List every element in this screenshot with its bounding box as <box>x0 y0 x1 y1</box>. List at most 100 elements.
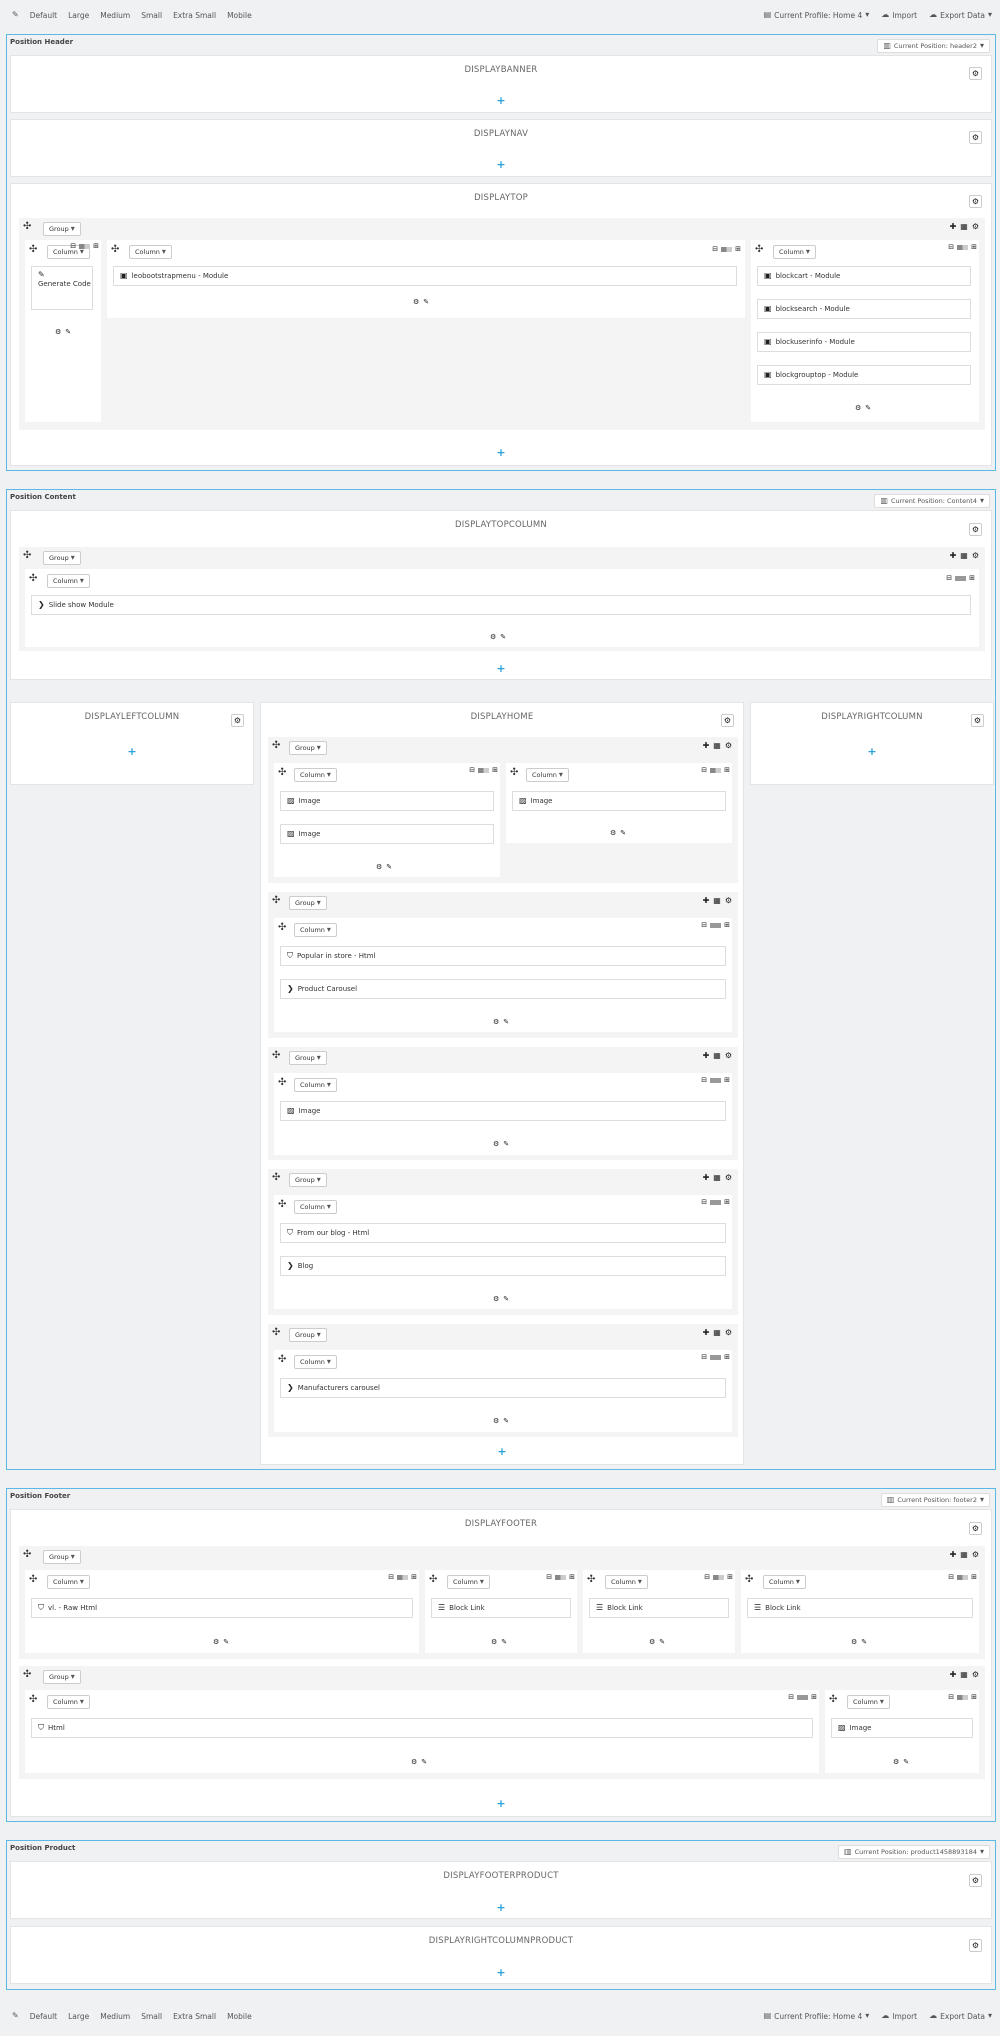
settings-button[interactable]: ⚙ <box>969 131 982 144</box>
device-mobile[interactable]: Mobile <box>227 11 252 20</box>
move-icon[interactable]: ✣ <box>23 1550 31 1560</box>
module-block-link[interactable]: ☰ Block Link <box>589 1598 729 1618</box>
plus-icon[interactable]: ⊞ <box>492 766 498 774</box>
columns-icon[interactable]: ▦ <box>960 551 968 560</box>
move-icon[interactable]: ✣ <box>278 1355 286 1365</box>
gear-icon[interactable]: ⚙ <box>493 1018 499 1026</box>
module-image[interactable]: ▨ Image <box>831 1718 973 1738</box>
gear-icon[interactable]: ⚙ <box>725 1051 732 1060</box>
module-blockuserinfo[interactable]: ▣ blockuserinfo - Module <box>757 332 971 352</box>
gear-icon[interactable]: ⚙ <box>413 298 419 306</box>
pencil-icon[interactable]: ✎ <box>903 1758 909 1766</box>
current-position-dropdown[interactable]: ▥ Current Position: header2 ▾ <box>877 39 990 53</box>
group-dropdown[interactable]: Group ▾ <box>289 1328 327 1342</box>
gear-icon[interactable]: ⚙ <box>649 1638 655 1646</box>
move-icon[interactable]: ✣ <box>272 1051 280 1061</box>
gear-icon[interactable]: ⚙ <box>725 896 732 905</box>
group-dropdown[interactable]: Group ▾ <box>43 1670 81 1684</box>
pencil-icon[interactable]: ✎ <box>12 2012 19 2020</box>
minus-icon[interactable]: ⊟ <box>704 1573 710 1581</box>
gear-icon[interactable]: ⚙ <box>490 633 496 641</box>
device-default[interactable]: Default <box>30 2012 57 2021</box>
column-dropdown[interactable]: Column ▾ <box>294 1200 337 1214</box>
move-icon[interactable]: ✣ <box>23 1670 31 1680</box>
profile-dropdown[interactable]: ▤ Current Profile: Home 4 ▾ <box>764 2012 870 2021</box>
add-icon[interactable]: ✚ <box>703 1328 710 1337</box>
columns-icon[interactable]: ▦ <box>713 1051 721 1060</box>
move-icon[interactable]: ✣ <box>272 1328 280 1338</box>
move-icon[interactable]: ✣ <box>111 245 119 255</box>
columns-icon[interactable]: ▦ <box>713 896 721 905</box>
plus-icon[interactable]: ⊞ <box>411 1573 417 1581</box>
column-dropdown[interactable]: Column ▾ <box>294 1355 337 1369</box>
move-icon[interactable]: ✣ <box>29 574 37 584</box>
group-dropdown[interactable]: Group ▾ <box>289 1051 327 1065</box>
add-group-button[interactable]: + <box>11 159 991 170</box>
plus-icon[interactable]: ⊞ <box>969 574 975 582</box>
gear-icon[interactable]: ⚙ <box>493 1417 499 1425</box>
minus-icon[interactable]: ⊟ <box>701 1353 707 1361</box>
move-icon[interactable]: ✣ <box>755 245 763 255</box>
move-icon[interactable]: ✣ <box>829 1695 837 1705</box>
plus-icon[interactable]: ⊞ <box>724 921 730 929</box>
settings-button[interactable]: ⚙ <box>969 1874 982 1887</box>
gear-icon[interactable]: ⚙ <box>972 1550 979 1559</box>
add-group-button[interactable]: + <box>11 1798 991 1809</box>
current-position-dropdown[interactable]: ▥ Current Position: footer2 ▾ <box>880 1493 990 1507</box>
move-icon[interactable]: ✣ <box>278 768 286 778</box>
module-leobootstrapmenu[interactable]: ▣ leobootstrapmenu - Module <box>113 266 737 286</box>
add-group-button[interactable]: + <box>11 1967 991 1978</box>
move-icon[interactable]: ✣ <box>23 222 31 232</box>
move-icon[interactable]: ✣ <box>278 1078 286 1088</box>
add-group-button[interactable]: + <box>11 95 991 106</box>
columns-icon[interactable]: ▦ <box>960 1550 968 1559</box>
minus-icon[interactable]: ⊟ <box>469 766 475 774</box>
module-blockgrouptop[interactable]: ▣ blockgrouptop - Module <box>757 365 971 385</box>
minus-icon[interactable]: ⊟ <box>701 766 707 774</box>
columns-icon[interactable]: ▦ <box>713 1328 721 1337</box>
pencil-icon[interactable]: ✎ <box>386 863 392 871</box>
gear-icon[interactable]: ⚙ <box>411 1758 417 1766</box>
module-blocksearch[interactable]: ▣ blocksearch - Module <box>757 299 971 319</box>
add-icon[interactable]: ✚ <box>703 896 710 905</box>
device-large[interactable]: Large <box>68 2012 89 2021</box>
module-slideshow[interactable]: ❯ Slide show Module <box>31 595 971 615</box>
group-dropdown[interactable]: Group ▾ <box>43 222 81 236</box>
column-dropdown[interactable]: Column ▾ <box>47 1695 90 1709</box>
gear-icon[interactable]: ⚙ <box>893 1758 899 1766</box>
add-group-button[interactable]: + <box>11 1902 991 1913</box>
group-dropdown[interactable]: Group ▾ <box>289 741 327 755</box>
add-icon[interactable]: ✚ <box>703 1173 710 1182</box>
export-dropdown[interactable]: ☁ Export Data ▾ <box>929 11 992 20</box>
device-medium[interactable]: Medium <box>100 11 130 20</box>
gear-icon[interactable]: ⚙ <box>972 551 979 560</box>
column-dropdown[interactable]: Column ▾ <box>847 1695 890 1709</box>
minus-icon[interactable]: ⊟ <box>701 1076 707 1084</box>
current-position-dropdown[interactable]: ▥ Current Position: product1458893184 ▾ <box>838 1845 990 1859</box>
minus-icon[interactable]: ⊟ <box>788 1693 794 1701</box>
gear-icon[interactable]: ⚙ <box>55 328 61 336</box>
move-icon[interactable]: ✣ <box>272 1173 280 1183</box>
gear-icon[interactable]: ⚙ <box>725 741 732 750</box>
gear-icon[interactable]: ⚙ <box>972 222 979 231</box>
pencil-icon[interactable]: ✎ <box>12 11 19 19</box>
column-dropdown[interactable]: Column ▾ <box>605 1575 648 1589</box>
columns-icon[interactable]: ▦ <box>713 1173 721 1182</box>
columns-icon[interactable]: ▦ <box>713 741 721 750</box>
column-dropdown[interactable]: Column ▾ <box>294 1078 337 1092</box>
plus-icon[interactable]: ⊞ <box>724 1076 730 1084</box>
minus-icon[interactable]: ⊟ <box>546 1573 552 1581</box>
gear-icon[interactable]: ⚙ <box>213 1638 219 1646</box>
move-icon[interactable]: ✣ <box>272 741 280 751</box>
profile-dropdown[interactable]: ▤ Current Profile: Home 4 ▾ <box>764 11 870 20</box>
column-dropdown[interactable]: Column ▾ <box>294 923 337 937</box>
pencil-icon[interactable]: ✎ <box>423 298 429 306</box>
pencil-icon[interactable]: ✎ <box>65 328 71 336</box>
columns-icon[interactable]: ▦ <box>960 1670 968 1679</box>
settings-button[interactable]: ⚙ <box>721 714 734 727</box>
module-blog-html[interactable]: ⛉ From our blog - Html <box>280 1223 726 1243</box>
gear-icon[interactable]: ⚙ <box>376 863 382 871</box>
column-dropdown[interactable]: Column ▾ <box>763 1575 806 1589</box>
module-image[interactable]: ▨ Image <box>280 824 494 844</box>
minus-icon[interactable]: ⊟ <box>712 245 718 253</box>
